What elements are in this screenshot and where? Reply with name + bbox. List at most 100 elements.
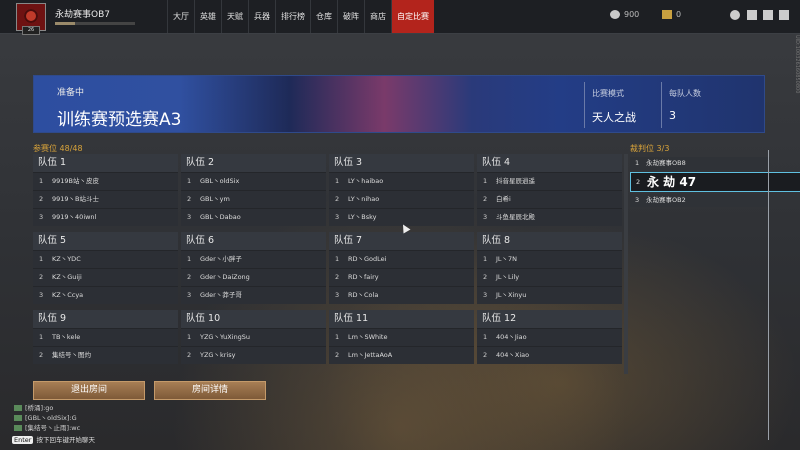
leave-room-button[interactable]: 退出房间 [33,381,145,400]
team-card[interactable]: 队伍 8 1 JL丶7N 2 JL丶Lily 3 JL丶Xinyu [477,232,622,304]
chat-channel-icon [14,415,22,421]
team-slot[interactable]: 2 LY丶nihao [329,190,474,208]
team-name: 队伍 5 [33,232,178,250]
player-name: RD丶GodLei [348,255,387,263]
team-card[interactable]: 队伍 5 1 KZ丶YDC 2 KZ丶Guiji 3 KZ丶Ccya [33,232,178,304]
team-name: 队伍 9 [33,310,178,328]
team-slot[interactable]: 3 9919丶40iwnl [33,208,178,226]
judge-slot[interactable]: 2 永 劫 47 [630,172,800,192]
team-card[interactable]: 队伍 7 1 RD丶GodLei 2 RD丶fairy 3 RD丶Cola [329,232,474,304]
team-name: 队伍 1 [33,154,178,172]
nav-tab[interactable]: 英雄 [194,0,221,33]
team-slot[interactable]: 1 抖音星辰逍遥 [477,172,622,190]
judge-slot[interactable]: 1 永劫赛事OB8 [630,157,770,170]
team-slot[interactable]: 1 Gder丶小胖子 [181,250,326,268]
team-slot[interactable]: 1 YZG丶YuXingSu [181,328,326,346]
nav-tab[interactable]: 自定比赛 [391,0,434,33]
nav-tab[interactable]: 商店 [364,0,391,33]
team-slot[interactable]: 1 LY丶haibao [329,172,474,190]
chat-line: [GBL丶oldSix]:G [14,412,77,422]
room-details-button[interactable]: 房间详情 [154,381,266,400]
team-slot[interactable]: 3 Gder丶莽子哥 [181,286,326,304]
team-slot[interactable]: 3 LY丶Bsky [329,208,474,226]
team-card[interactable]: 队伍 6 1 Gder丶小胖子 2 Gder丶DaiZong 3 Gder丶莽子哥 [181,232,326,304]
team-slot[interactable]: 1 GBL丶oldSix [181,172,326,190]
team-name: 队伍 4 [477,154,622,172]
team-card[interactable]: 队伍 10 1 YZG丶YuXingSu 2 YZG丶krisy [181,310,326,364]
menu-icon[interactable] [779,10,789,20]
slot-number: 2 [335,351,340,359]
team-name: 队伍 3 [329,154,474,172]
nav-tab[interactable]: 排行榜 [275,0,310,33]
nav-tab[interactable]: 天赋 [221,0,248,33]
top-bar: 26 永劫赛事OB7 大厅 英雄 天赋 兵器 排行榜 仓库 破阵 商店 自定比赛 900 0 [0,0,800,35]
team-card[interactable]: 队伍 9 1 TB丶kele 2 集结号丶图灼 [33,310,178,364]
team-slot[interactable]: 1 TB丶kele [33,328,178,346]
slot-number: 3 [187,291,192,299]
nav-tab[interactable]: 仓库 [310,0,337,33]
team-slot[interactable]: 2 Gder丶DaiZong [181,268,326,286]
slot-number: 1 [187,255,192,263]
team-slot[interactable]: 1 KZ丶YDC [33,250,178,268]
slot-number: 2 [39,351,44,359]
team-slot[interactable]: 2 404丶Xiao [477,346,622,364]
help-icon[interactable] [730,10,740,20]
judge-slot[interactable]: 3 永劫赛事OB2 [630,194,770,207]
team-slot[interactable]: 1 9919B站丶皮皮 [33,172,178,190]
friends-icon[interactable] [763,10,773,20]
slot-number: 3 [39,213,44,221]
nav-tab[interactable]: 兵器 [248,0,275,33]
team-slot[interactable]: 2 KZ丶Guiji [33,268,178,286]
team-slot[interactable]: 2 集结号丶图灼 [33,346,178,364]
team-slot[interactable]: 1 Lm丶SWhite [329,328,474,346]
nav-tab[interactable]: 破阵 [337,0,364,33]
slot-number: 2 [483,195,488,203]
team-slot[interactable]: 3 GBL丶Dabao [181,208,326,226]
chat-line: [桥涌]:go [14,402,53,412]
team-name: 队伍 11 [329,310,474,328]
player-name: 9919丶40iwnl [52,213,97,221]
team-slot[interactable]: 3 KZ丶Ccya [33,286,178,304]
team-card[interactable]: 队伍 12 1 404丶Jiao 2 404丶Xiao [477,310,622,364]
player-name: YZG丶krisy [200,351,236,359]
team-slot[interactable]: 3 斗鱼星辰北殿 [477,208,622,226]
team-slot[interactable]: 1 RD丶GodLei [329,250,474,268]
mode-label: 比赛模式 [592,89,624,98]
team-scrollbar[interactable] [624,154,628,374]
team-name: 队伍 6 [181,232,326,250]
team-slot[interactable]: 3 JL丶Xinyu [477,286,622,304]
team-card[interactable]: 队伍 4 1 抖音星辰逍遥 2 白希i 3 斗鱼星辰北殿 [477,154,622,226]
coin-counter: 900 [610,10,639,19]
team-card[interactable]: 队伍 3 1 LY丶haibao 2 LY丶nihao 3 LY丶Bsky [329,154,474,226]
judges-label: 裁判位 3/3 [630,144,670,153]
slot-number: 2 [187,351,192,359]
team-slot[interactable]: 2 Lm丶JettaAoA [329,346,474,364]
team-slot[interactable]: 2 RD丶fairy [329,268,474,286]
slot-number: 2 [636,178,641,186]
player-name: 9919B站丶皮皮 [52,177,100,185]
slot-number: 3 [635,196,640,204]
team-card[interactable]: 队伍 1 1 9919B站丶皮皮 2 9919丶B站斗士 3 9919丶40iwnl [33,154,178,226]
player-name: Gder丶小胖子 [200,255,242,263]
chat-input-hint[interactable]: Enter 按下回车键开始聊天 [12,434,95,444]
team-slot[interactable]: 2 GBL丶ym [181,190,326,208]
nav-tab[interactable]: 大厅 [167,0,194,33]
team-card[interactable]: 队伍 2 1 GBL丶oldSix 2 GBL丶ym 3 GBL丶Dabao [181,154,326,226]
slot-number: 1 [483,333,488,341]
player-name: RD丶fairy [348,273,379,281]
gold-bar-icon [662,10,672,19]
slot-number: 2 [39,273,44,281]
team-size-label: 每队人数 [669,89,701,98]
team-slot[interactable]: 3 RD丶Cola [329,286,474,304]
team-slot[interactable]: 2 9919丶B站斗士 [33,190,178,208]
team-slot[interactable]: 2 白希i [477,190,622,208]
mail-icon[interactable] [747,10,757,20]
team-slot[interactable]: 1 404丶Jiao [477,328,622,346]
team-slot[interactable]: 2 JL丶Lily [477,268,622,286]
banner-divider [584,82,585,128]
slot-number: 1 [483,255,488,263]
team-slot[interactable]: 1 JL丶7N [477,250,622,268]
slots-label: 参赛位 48/48 [33,144,83,153]
team-card[interactable]: 队伍 11 1 Lm丶SWhite 2 Lm丶JettaAoA [329,310,474,364]
team-slot[interactable]: 2 YZG丶krisy [181,346,326,364]
